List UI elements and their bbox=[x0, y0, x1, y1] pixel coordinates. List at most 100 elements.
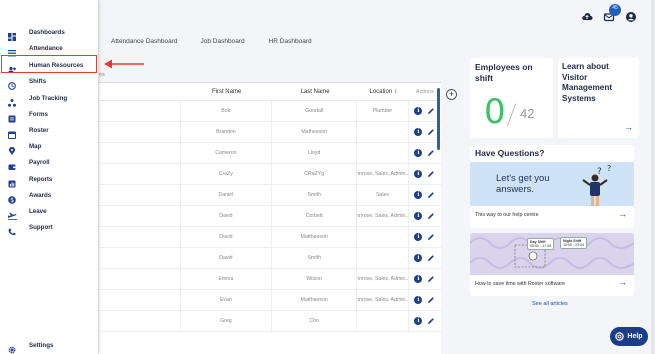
cloud-upload-icon[interactable] bbox=[581, 10, 593, 22]
sidebar-item-settings[interactable]: Settings bbox=[0, 337, 98, 354]
edit-pencil-icon[interactable] bbox=[427, 191, 435, 199]
header-first-name[interactable]: First Name bbox=[181, 89, 273, 95]
edit-pencil-icon[interactable] bbox=[427, 317, 435, 325]
actions-cell: i bbox=[409, 290, 441, 310]
arrow-right-icon[interactable]: → bbox=[624, 122, 633, 132]
table-row[interactable]: EvanMattheesonBuilder, Pennrose, Sales, … bbox=[99, 290, 441, 311]
first-name-cell: Daniel bbox=[181, 185, 273, 205]
sidebar-item-label: Settings bbox=[29, 341, 54, 349]
sub-tab-employees[interactable]: es bbox=[99, 72, 105, 78]
table-row[interactable]: Greg Cho i bbox=[99, 311, 441, 332]
info-icon[interactable]: i bbox=[414, 296, 423, 304]
dollar-icon: $ bbox=[8, 191, 16, 204]
sidebar-item-attendance[interactable]: Attendance bbox=[0, 40, 98, 57]
mail-icon[interactable]: 45 bbox=[603, 4, 621, 22]
actions-cell: i bbox=[409, 227, 441, 247]
info-icon[interactable]: i bbox=[414, 233, 423, 241]
row-blank-cell bbox=[99, 185, 181, 205]
user-account-icon[interactable] bbox=[625, 10, 637, 22]
first-name-cell: CraZy bbox=[181, 164, 273, 184]
sidebar-item-label: Awards bbox=[29, 191, 52, 199]
edit-pencil-icon[interactable] bbox=[427, 233, 435, 241]
sidebar-item-label: Attendance bbox=[29, 44, 63, 52]
edit-pencil-icon[interactable] bbox=[427, 275, 435, 283]
last-name-cell: Mattheeson bbox=[272, 227, 358, 247]
sidebar-item-reports[interactable]: Reports bbox=[0, 171, 98, 188]
location-cell: Builder, Pennrose, Sales, Admin... Finan… bbox=[357, 290, 409, 310]
sidebar-item-forms[interactable]: Forms bbox=[0, 106, 98, 123]
sidebar-item-payroll[interactable]: Payroll bbox=[0, 154, 98, 170]
info-icon[interactable]: i bbox=[414, 149, 423, 157]
last-name-cell: Wilson bbox=[272, 269, 358, 289]
add-column-button[interactable]: + bbox=[446, 89, 457, 100]
edit-pencil-icon[interactable] bbox=[427, 107, 435, 115]
sidebar-item-label: Shifts bbox=[29, 77, 47, 85]
header-location[interactable]: Location ↕ bbox=[358, 89, 409, 95]
sidebar-item-job-tracking[interactable]: Job Tracking bbox=[0, 90, 98, 107]
info-icon[interactable]: i bbox=[414, 317, 423, 325]
last-name-cell: Smith bbox=[272, 248, 358, 268]
sidebar-item-roster[interactable]: Roster bbox=[0, 122, 98, 139]
table-row[interactable]: Cameron Lloyd i bbox=[99, 143, 441, 164]
table-row[interactable]: Daniel Smith Sales i bbox=[99, 185, 441, 206]
header-last-name[interactable]: Last Name bbox=[273, 89, 358, 95]
edit-pencil-icon[interactable] bbox=[427, 212, 435, 220]
table-row[interactable]: EmmaWilsonBuilder, Pennrose, Sales, Admi… bbox=[99, 269, 441, 290]
sidebar-item-leave[interactable]: Leave bbox=[0, 203, 98, 220]
edit-pencil-icon[interactable] bbox=[427, 170, 435, 178]
sidebar-item-support[interactable]: Support bbox=[0, 219, 98, 236]
sidebar-item-label: Job Tracking bbox=[29, 94, 68, 102]
info-icon[interactable]: i bbox=[414, 254, 423, 262]
edit-pencil-icon[interactable] bbox=[427, 149, 435, 157]
arrow-right-icon[interactable]: → bbox=[618, 277, 627, 287]
help-centre-link[interactable]: This way to our help centre bbox=[475, 212, 539, 218]
edit-pencil-icon[interactable] bbox=[427, 128, 435, 136]
table-row[interactable]: David Smith i bbox=[99, 248, 441, 269]
info-icon[interactable]: i bbox=[414, 128, 423, 136]
sidebar-item-label: Payroll bbox=[29, 158, 50, 166]
actions-cell: i bbox=[409, 269, 441, 289]
table-row[interactable]: CraZyCRaZYgBuilder, Pennrose, Sales, Adm… bbox=[99, 164, 441, 185]
location-cell: Builder, Pennrose, Sales, Admin... Finan… bbox=[357, 164, 409, 184]
table-scrollbar[interactable] bbox=[437, 88, 440, 150]
actions-cell: i bbox=[409, 206, 441, 226]
save-time-card[interactable]: Day Shift 08:00 - 17:00 Night Shift 18:00 … bbox=[470, 233, 634, 296]
sort-icon[interactable]: ↕ bbox=[394, 89, 397, 95]
first-name-cell: Evan bbox=[181, 290, 273, 310]
save-time-link[interactable]: How to save time with Roster software bbox=[475, 281, 565, 287]
info-icon[interactable]: i bbox=[414, 107, 423, 115]
table-row[interactable]: David Mattheeson i bbox=[99, 227, 441, 248]
table-row[interactable]: Bob Goodall Plumber i bbox=[99, 101, 441, 122]
sidebar-item-dashboards[interactable]: Dashboards bbox=[0, 24, 98, 41]
phone-icon bbox=[8, 223, 16, 236]
visitor-management-card[interactable]: Learn about Visitor Management Systems → bbox=[558, 58, 639, 138]
info-icon[interactable]: i bbox=[414, 191, 423, 199]
last-name-cell: Matheeson bbox=[272, 122, 358, 142]
employees-on-shift-card[interactable]: Employees on shift 0 42 bbox=[470, 58, 553, 138]
sidebar-item-shifts[interactable]: Shifts bbox=[0, 73, 98, 90]
edit-pencil-icon[interactable] bbox=[427, 296, 435, 304]
sidebar-item-awards[interactable]: $ Awards bbox=[0, 187, 98, 204]
table-row[interactable]: DavidCorbettBuilder, Pennrose, Sales, Ad… bbox=[99, 206, 441, 227]
see-all-articles-link[interactable]: See all articles bbox=[532, 301, 568, 307]
tab-job-dashboard[interactable]: Job Dashboard bbox=[190, 38, 256, 45]
page-scrollbar[interactable] bbox=[651, 0, 655, 354]
help-centre-card[interactable]: Have Questions? Let's get you answers. ?… bbox=[470, 145, 634, 228]
info-icon[interactable]: i bbox=[414, 212, 423, 220]
location-cell bbox=[357, 311, 409, 331]
edit-pencil-icon[interactable] bbox=[427, 254, 435, 262]
hand-pointer-icon bbox=[528, 251, 538, 261]
tab-hr-dashboard[interactable]: HR Dashboard bbox=[258, 38, 323, 45]
row-blank-cell bbox=[99, 290, 181, 310]
table-row[interactable]: Brandon Matheeson i bbox=[99, 122, 441, 143]
info-icon[interactable]: i bbox=[414, 170, 423, 178]
arrow-right-icon[interactable]: → bbox=[618, 209, 627, 219]
help-label: Help bbox=[627, 333, 643, 340]
help-button[interactable]: Help bbox=[610, 327, 648, 346]
sidebar-item-map[interactable]: Map bbox=[0, 138, 98, 155]
tab-attendance-dashboard[interactable]: Attendance Dashboard bbox=[100, 38, 189, 45]
location-cell: Plumber bbox=[357, 101, 409, 121]
info-icon[interactable]: i bbox=[414, 275, 423, 283]
map-pin-icon bbox=[8, 142, 16, 155]
location-cell bbox=[357, 248, 409, 268]
